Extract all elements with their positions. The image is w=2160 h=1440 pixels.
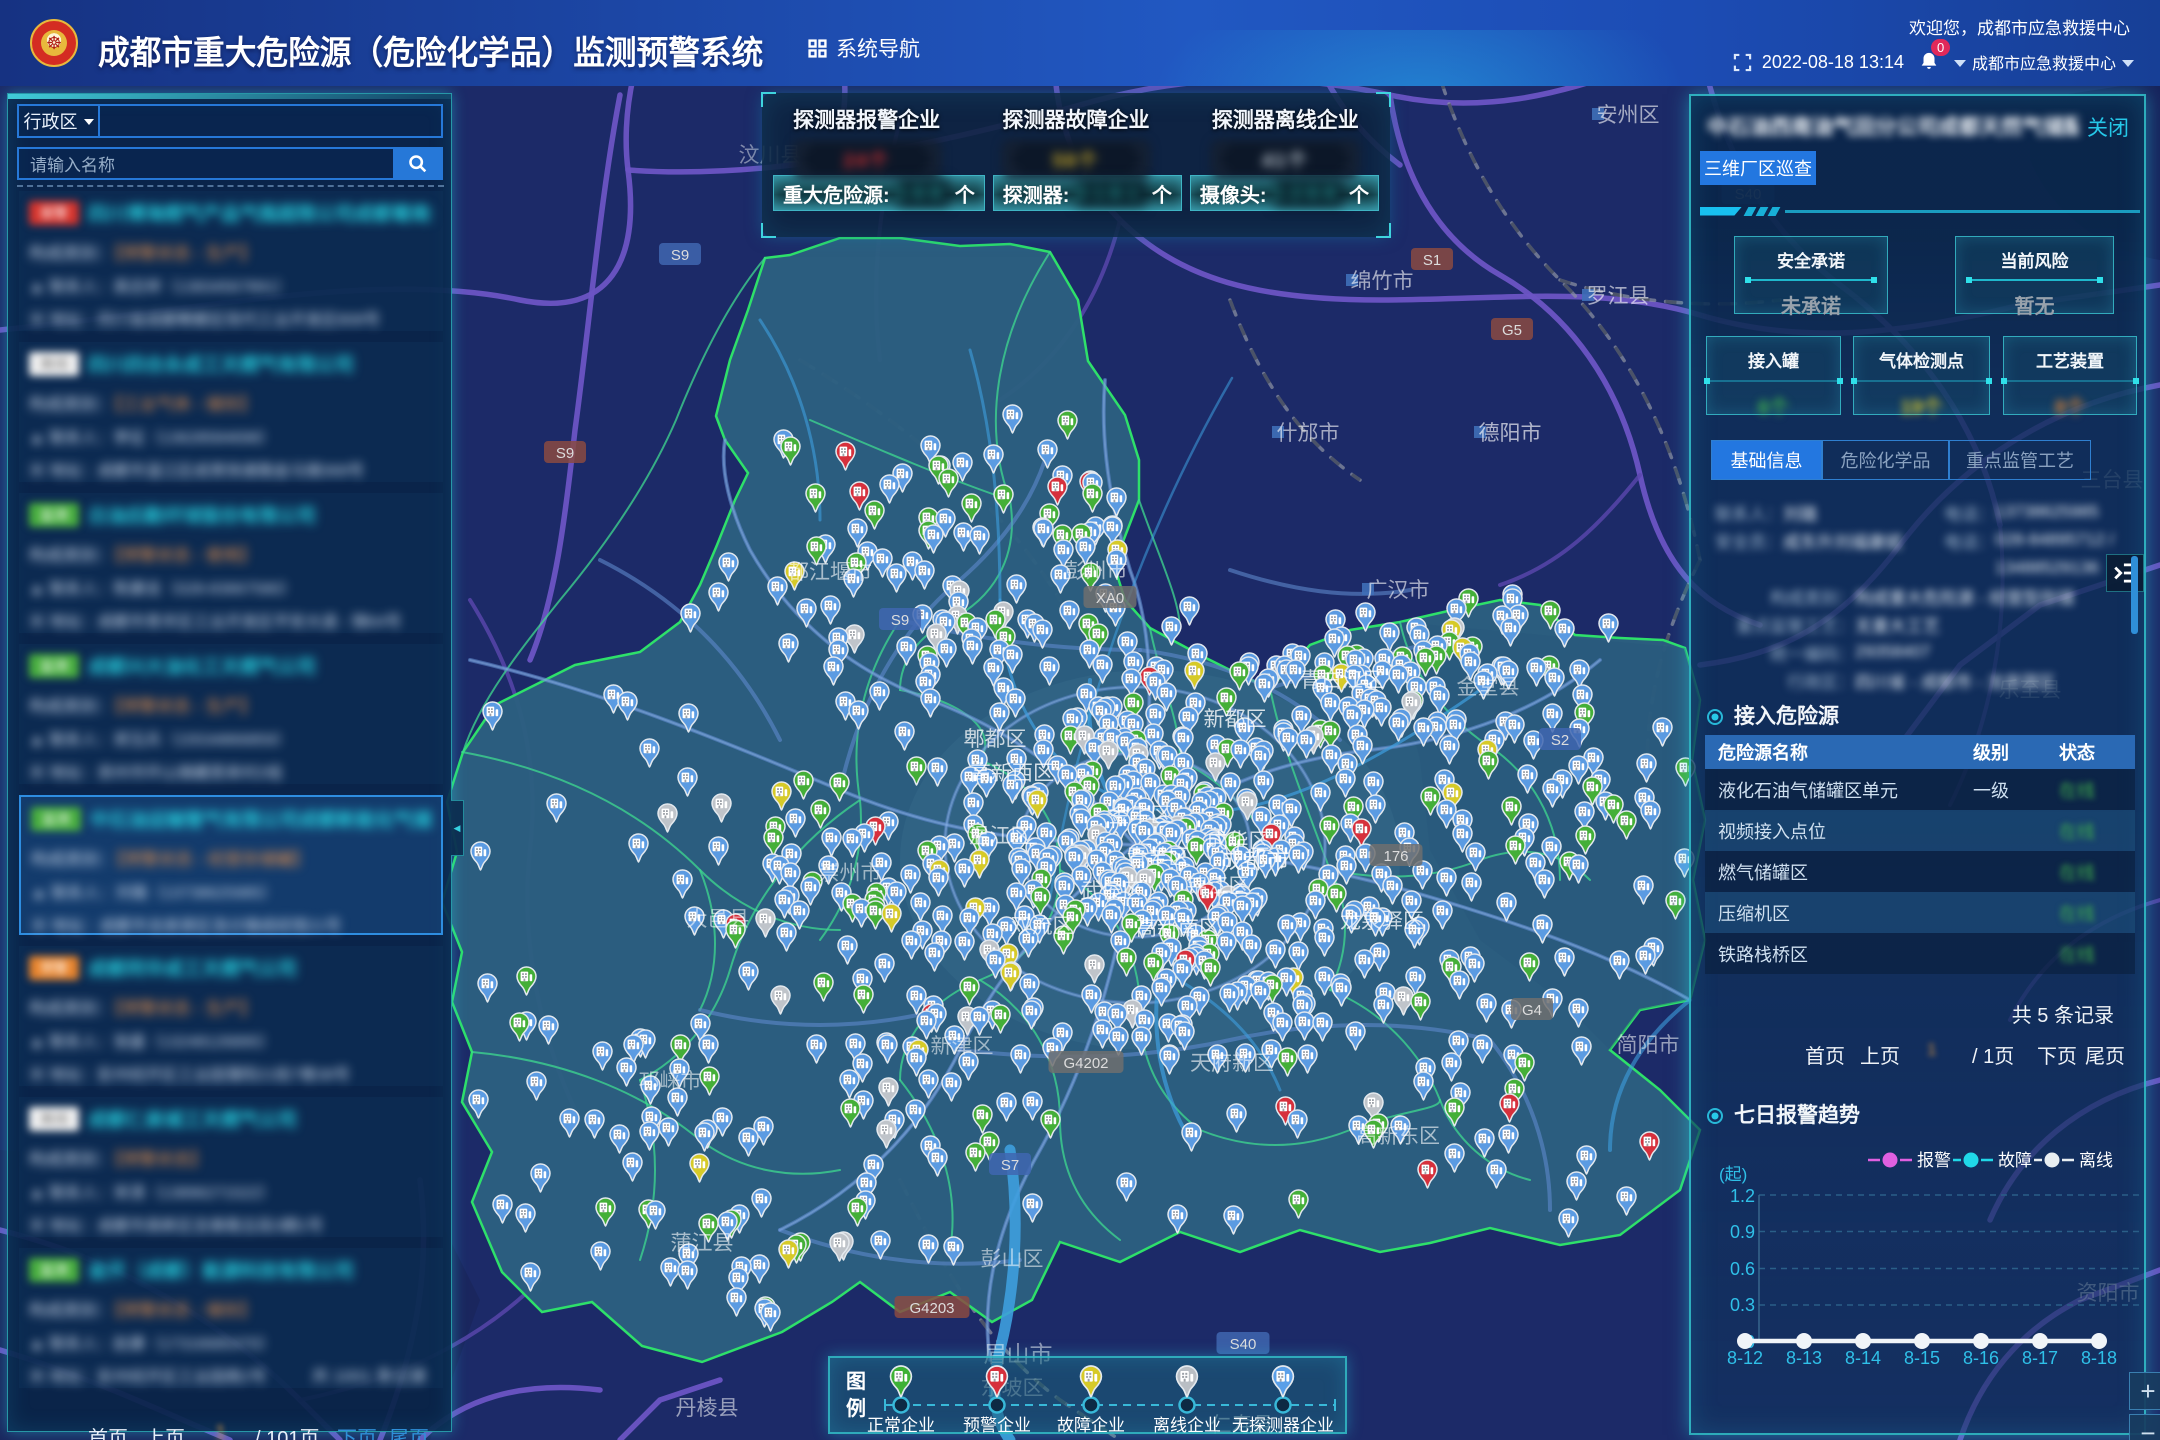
svg-text:8-15: 8-15 (1904, 1348, 1940, 1368)
svg-text:S9: S9 (671, 247, 689, 264)
svg-text:8-12: 8-12 (1727, 1348, 1763, 1368)
svg-text:什邡市: 什邡市 (1277, 422, 1340, 445)
svg-text:彭山区: 彭山区 (981, 1248, 1044, 1271)
svg-text:罗江县: 罗江县 (1587, 285, 1650, 308)
svg-text:新都区: 新都区 (1204, 708, 1267, 731)
svg-text:广汉市: 广汉市 (1367, 579, 1430, 602)
svg-text:S2: S2 (1551, 732, 1569, 749)
svg-text:报警: 报警 (1917, 1151, 1951, 1170)
svg-text:XA0: XA0 (1096, 590, 1124, 607)
svg-text:S9: S9 (556, 445, 574, 462)
svg-text:S7: S7 (1001, 1157, 1019, 1174)
svg-text:0.9: 0.9 (1730, 1222, 1755, 1242)
svg-text:成都市: 成都市 (1221, 847, 1290, 873)
svg-text:青白江区: 青白江区 (1300, 669, 1384, 692)
svg-text:简阳市: 简阳市 (1617, 1034, 1680, 1057)
svg-text:武侯区: 武侯区 (1081, 880, 1144, 903)
svg-text:高新东区: 高新东区 (1356, 1125, 1440, 1148)
svg-text:8-18: 8-18 (2081, 1348, 2117, 1368)
svg-text:温江区: 温江区 (969, 825, 1032, 848)
svg-text:龙泉驿区: 龙泉驿区 (1340, 910, 1424, 933)
svg-text:0.3: 0.3 (1730, 1295, 1755, 1315)
svg-text:大邑县: 大邑县 (687, 908, 750, 931)
svg-text:新津区: 新津区 (931, 1035, 994, 1058)
svg-text:S40: S40 (1230, 1336, 1257, 1353)
svg-text:郫都区: 郫都区 (964, 728, 1027, 751)
svg-text:锦江区: 锦江区 (1187, 875, 1250, 898)
svg-text:高新南区: 高新南区 (1136, 917, 1220, 940)
svg-text:0.6: 0.6 (1730, 1259, 1755, 1279)
svg-text:G4202: G4202 (1063, 1055, 1108, 1072)
svg-text:高新西区: 高新西区 (970, 762, 1054, 785)
svg-text:8-14: 8-14 (1845, 1348, 1881, 1368)
svg-text:8-16: 8-16 (1963, 1348, 1999, 1368)
svg-text:8-13: 8-13 (1786, 1348, 1822, 1368)
svg-text:邛崃市: 邛崃市 (639, 1070, 702, 1093)
svg-text:天府新区: 天府新区 (1190, 1052, 1274, 1075)
svg-text:崇州市: 崇州市 (819, 862, 882, 885)
svg-text:绵竹市: 绵竹市 (1351, 270, 1414, 293)
svg-text:176: 176 (1383, 848, 1408, 865)
svg-text:安州区: 安州区 (1597, 104, 1660, 127)
svg-text:G5: G5 (1502, 322, 1522, 339)
svg-text:德阳市: 德阳市 (1479, 422, 1542, 445)
svg-text:S9: S9 (891, 612, 909, 629)
svg-text:丹棱县: 丹棱县 (676, 1397, 739, 1420)
svg-text:(起): (起) (1719, 1165, 1747, 1184)
svg-text:故障: 故障 (1998, 1151, 2032, 1170)
svg-text:G4203: G4203 (909, 1300, 954, 1317)
svg-text:1.2: 1.2 (1730, 1186, 1755, 1206)
svg-text:离线: 离线 (2079, 1151, 2113, 1170)
svg-text:蒲江县: 蒲江县 (671, 1232, 734, 1255)
svg-text:双流区: 双流区 (1011, 915, 1074, 938)
svg-text:青羊区: 青羊区 (1127, 846, 1190, 869)
svg-text:彭州市: 彭州市 (1065, 560, 1128, 583)
svg-text:8-17: 8-17 (2022, 1348, 2058, 1368)
svg-text:S1: S1 (1423, 252, 1441, 269)
svg-text:金牛区: 金牛区 (1109, 804, 1172, 827)
svg-text:金堂县: 金堂县 (1457, 676, 1520, 699)
svg-text:G4: G4 (1522, 1002, 1542, 1019)
svg-text:都江堰市: 都江堰市 (788, 561, 872, 584)
